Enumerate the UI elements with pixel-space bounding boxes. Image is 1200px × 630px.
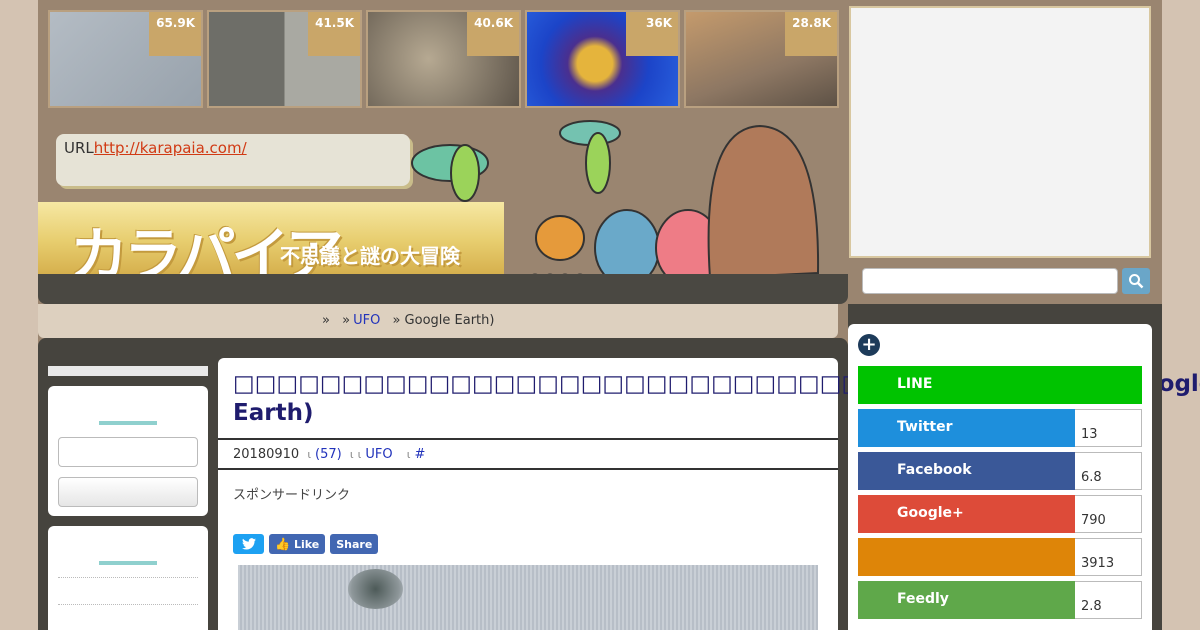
list-divider [58,577,198,578]
article-date: 20180910 [233,447,300,462]
sns-facebook-count: 6.8 [1075,452,1142,490]
sns-facebook-label: Facebook [858,452,1075,490]
site-url-link[interactable]: http://karapaia.com/ [94,139,247,157]
thumbnail-5[interactable]: 28.8K [684,10,839,108]
sns-line[interactable]: LINE [858,366,1142,404]
sidebar-list-card [48,526,208,630]
search-button[interactable] [1122,268,1150,294]
sns-feedly[interactable]: Feedly 2.8 [858,581,1142,619]
view-count-badge: 40.6K [467,12,519,56]
breadcrumb-separator: » [322,313,330,328]
header-bottom-strip [38,274,848,304]
search-icon [1129,274,1144,289]
sns-line-label: LINE [858,366,1142,404]
article-title: □□□□□□□□□□□□□□□□□□□□□□□□□□□□□□□□□□□□□□□□… [233,371,1200,426]
url-label: URL [64,139,94,157]
sidebar-search-input[interactable] [58,437,198,467]
sns-rss-count: 3913 [1075,538,1142,576]
sns-feedly-count: 2.8 [1075,581,1142,619]
thumbnail-3[interactable]: 40.6K [366,10,521,108]
sns-twitter-label: Twitter [858,409,1075,447]
facebook-like-button[interactable]: 👍 Like [269,534,326,554]
sns-googleplus-count: 790 [1075,495,1142,533]
tag-link[interactable]: # [414,447,425,462]
view-count-badge: 65.9K [149,12,201,56]
article-image [238,565,818,630]
right-margin [1162,0,1200,630]
view-count-badge: 41.5K [308,12,360,56]
meta-separator-icon: ι [307,448,312,461]
breadcrumb: » » UFO » Google Earth) [38,304,838,338]
sns-rss-label [858,538,1075,576]
breadcrumb-separator: » [342,313,351,328]
sns-feedly-label: Feedly [858,581,1075,619]
sns-twitter[interactable]: Twitter 13 [858,409,1142,447]
comments-link[interactable]: (57) [315,447,342,462]
article-meta: 20180910 ι (57) ι ι UFO ι # [218,438,838,470]
view-count-badge: 36K [626,12,678,56]
sidebar-search-button[interactable] [58,477,198,507]
sns-rss[interactable]: 3913 [858,538,1142,576]
twitter-icon [241,538,256,550]
thumbnail-4[interactable]: 36K [525,10,680,108]
like-label: Like [293,537,320,551]
left-margin [0,0,38,630]
thumbnail-1[interactable]: 65.9K [48,10,203,108]
share-label: Share [336,537,373,551]
search-input[interactable] [862,268,1118,294]
sponsored-link-label: スポンサードリンク [233,488,351,503]
facebook-share-button[interactable]: Share [330,534,379,554]
url-box: URLhttp://karapaia.com/ [56,134,410,186]
share-buttons: 👍 Like Share [233,534,379,554]
meta-separator-icon: ι [406,448,411,461]
sidebar-header-bar [48,366,208,376]
thumbs-up-icon: 👍 [275,537,290,551]
sns-facebook[interactable]: Facebook 6.8 [858,452,1142,490]
article: □□□□□□□□□□□□□□□□□□□□□□□□□□□□□□□□□□□□□□□□… [218,358,1200,630]
popular-thumbnails: 65.9K 41.5K 40.6K 36K 28.8K [48,10,839,108]
site-tagline: 不思議と謎の大冒険 [280,244,460,268]
sns-googleplus[interactable]: Google+ 790 [858,495,1142,533]
list-divider [58,604,198,605]
sidebar-search-card [48,386,208,516]
image-dark-spot [348,569,403,609]
sns-googleplus-label: Google+ [858,495,1075,533]
advertisement-box[interactable] [849,6,1151,258]
thumbnail-2[interactable]: 41.5K [207,10,362,108]
meta-separator-icon: ι [357,448,362,461]
accent-line [99,561,157,565]
accent-line [99,421,157,425]
category-link[interactable]: UFO [365,447,392,462]
breadcrumb-current: » Google Earth) [392,313,495,328]
sns-twitter-count: 13 [1075,409,1142,447]
plus-icon[interactable]: + [858,334,880,356]
view-count-badge: 28.8K [785,12,837,56]
breadcrumb-category-link[interactable]: UFO [353,313,380,328]
tweet-button[interactable] [233,534,264,554]
meta-separator-icon: ι [349,448,354,461]
